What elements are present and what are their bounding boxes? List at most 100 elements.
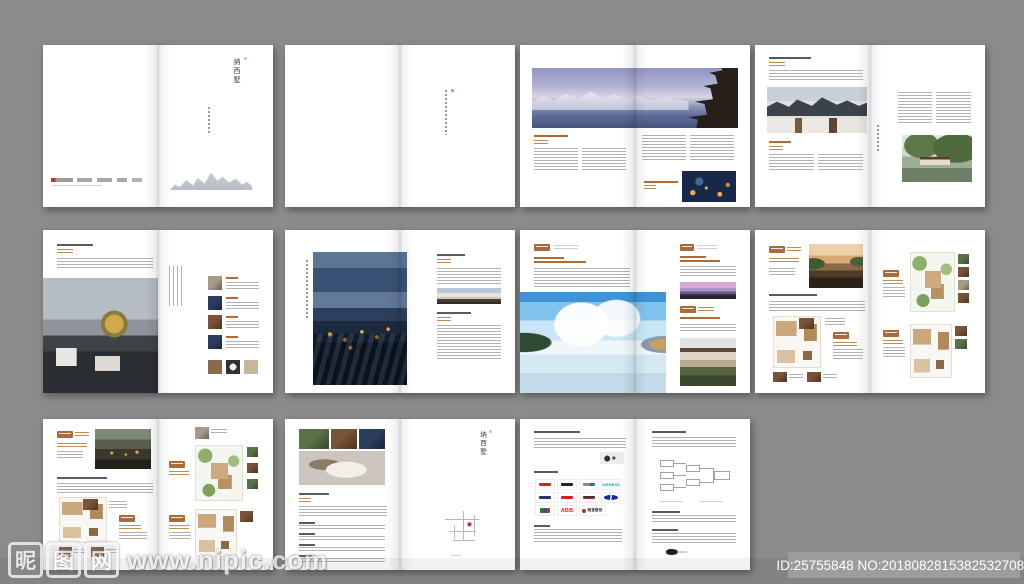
plan-thumb	[247, 479, 258, 489]
subheading-accent	[769, 62, 785, 66]
image-id-text: ID:25755848 NO:20180828153825327083	[776, 558, 1024, 573]
site-plan	[195, 445, 243, 501]
heading-accent	[534, 261, 586, 263]
location-sketch-map	[443, 505, 491, 551]
detail-text-3	[226, 321, 259, 330]
plan-text	[883, 347, 905, 357]
back-cover-logo-1	[51, 178, 73, 182]
subheading-accent	[437, 317, 451, 321]
brand-logo-dark-red	[579, 492, 599, 503]
interior-thumb	[799, 318, 814, 329]
thumb-caption	[109, 501, 127, 509]
body-text-column	[936, 92, 971, 124]
spread-lake	[520, 230, 750, 393]
body-text	[652, 437, 736, 449]
photo-snow-mountain-pano	[437, 288, 501, 304]
cover-seal-mark	[244, 57, 247, 60]
photo-villa-exterior	[680, 338, 736, 386]
spread-floorplans-a	[755, 230, 985, 393]
cover-mountain-silhouette	[170, 165, 252, 190]
photo-lijiang-dusk	[313, 252, 407, 385]
mini-heading	[299, 522, 315, 524]
vertical-caption	[877, 125, 879, 151]
intro-vertical-text	[445, 90, 447, 135]
plan-thumb	[958, 254, 969, 264]
tag-label	[680, 244, 694, 251]
subheading-accent	[437, 259, 451, 263]
brochure-mockup-board: 纳西墅	[0, 0, 1024, 584]
vertical-caption	[306, 260, 308, 320]
detail-heading-3	[226, 316, 238, 318]
mini-heading	[534, 471, 558, 473]
subheading-accent	[299, 498, 311, 502]
body-text	[437, 325, 501, 361]
tag-label	[119, 515, 135, 522]
section-subheading	[534, 140, 548, 144]
interior-thumb	[807, 372, 821, 382]
plan-specs	[769, 268, 795, 276]
diagram-caption	[700, 501, 722, 504]
tag-label	[534, 244, 550, 251]
spread-lijiang	[285, 230, 515, 393]
subheading-accent	[769, 146, 783, 150]
gallery-photo-wide	[299, 451, 385, 485]
spread-architecture	[755, 45, 985, 207]
mini-heading	[534, 525, 550, 527]
subheading-accent	[57, 249, 73, 253]
detail-heading-1	[226, 277, 238, 279]
body-text	[652, 533, 736, 543]
spread-mountain	[520, 45, 750, 207]
back-cover-fine-print	[52, 185, 102, 188]
watermark-url: www.nipic.com	[127, 545, 328, 576]
body-text	[652, 515, 736, 523]
detail-heading-2	[226, 297, 238, 299]
tag-label	[883, 270, 899, 277]
heading-bar	[57, 244, 93, 246]
heading-accent	[680, 260, 720, 262]
body-text	[769, 301, 865, 311]
material-swatch-1	[208, 360, 222, 374]
heading-bar	[534, 431, 580, 433]
spread-intro	[285, 45, 515, 207]
body-text	[57, 483, 153, 493]
plan-thumb	[247, 463, 258, 473]
plan-thumb	[958, 280, 969, 290]
body-text-column	[534, 148, 578, 170]
plan-text	[833, 349, 863, 359]
mini-heading	[299, 533, 315, 535]
detail-photo-4	[208, 335, 222, 349]
watermark-char-2: 图	[46, 542, 81, 578]
heading-bar	[652, 431, 686, 433]
heading-bar	[437, 254, 465, 256]
heading-accent	[680, 256, 706, 258]
body-text	[680, 324, 736, 333]
photo-sunset-lakeside	[680, 282, 736, 299]
body-text-column	[818, 154, 863, 170]
back-cover-logo-3	[97, 178, 112, 182]
caption-accent	[644, 181, 678, 183]
heading-bar	[57, 477, 107, 479]
heading-accent	[534, 257, 564, 259]
diagram-caption	[660, 501, 682, 504]
spread-brands-systems: SIEMENS ABB 瑞宝壁纸	[520, 419, 750, 570]
plan-thumb	[958, 267, 969, 277]
caption-sub	[644, 185, 656, 189]
heading-bar	[299, 493, 329, 495]
plan-subtitle	[883, 280, 903, 284]
mini-heading	[652, 529, 678, 531]
plan-subtitle	[169, 525, 189, 529]
thumb-caption	[823, 374, 837, 378]
vertical-text-columns	[169, 266, 183, 306]
back-page-title: 纳西墅	[479, 431, 486, 459]
tag-label	[680, 306, 696, 313]
body-text-column	[898, 92, 932, 124]
interior-thumb	[83, 499, 98, 510]
heading-accent	[680, 317, 720, 319]
snow-peaks	[532, 88, 689, 110]
brand-logo-siemens: SIEMENS	[601, 479, 621, 490]
spread-spine	[145, 45, 171, 207]
watermark-char-1: 昵	[8, 542, 43, 578]
site-plan	[910, 252, 955, 312]
brand-logo-black	[557, 479, 577, 490]
gallery-photo-1	[299, 429, 329, 449]
